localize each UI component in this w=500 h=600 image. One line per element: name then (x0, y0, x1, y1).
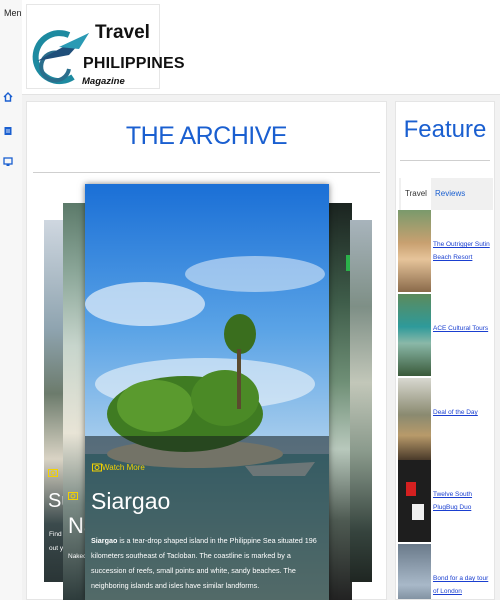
feature-item[interactable]: Twelve South PlugBug Duo (398, 460, 492, 542)
site-logo[interactable]: Travel PHILIPPINES Magazine (26, 4, 185, 89)
camera-icon (68, 492, 78, 500)
archive-title: THE ARCHIVE (125, 122, 288, 150)
slide-right-card-1[interactable] (328, 203, 352, 600)
feature-tabs: Travel Reviews (399, 178, 493, 210)
slide-title: Siargao (91, 488, 171, 514)
feature-thumbnail[interactable] (398, 210, 431, 292)
slide-siargao-card[interactable]: Watch More Siargao Siargao is a tear-dro… (85, 184, 329, 600)
archive-divider (33, 172, 380, 173)
feature-item[interactable]: ACE Cultural Tours (398, 294, 492, 376)
slide-description: Siargao is a tear-drop shaped island in … (91, 533, 325, 593)
monitor-icon[interactable] (3, 157, 13, 167)
feature-thumbnail[interactable] (398, 294, 431, 376)
feature-thumbnail[interactable] (398, 544, 431, 599)
feature-thumbnail[interactable] (398, 460, 431, 542)
feature-title: Feature (403, 116, 487, 143)
logo-magazine-text: Magazine (82, 76, 125, 87)
feature-divider (400, 160, 490, 161)
logo-philippines-text: PHILIPPINES (83, 55, 185, 72)
document-icon[interactable] (3, 126, 13, 136)
feature-section: Feature Travel Reviews The Outrigger Sut… (395, 101, 495, 600)
feature-item-link[interactable]: Deal of the Day (433, 406, 494, 419)
camera-icon (48, 469, 58, 477)
tab-travel[interactable]: Travel (401, 178, 431, 210)
side-rail: Menu (0, 0, 27, 600)
camera-icon (92, 463, 102, 472)
tab-reviews[interactable]: Reviews (435, 178, 465, 210)
feature-item[interactable]: Deal of the Day (398, 378, 492, 460)
product-shape (412, 504, 424, 520)
feature-thumbnail[interactable] (398, 378, 431, 460)
feature-item-link[interactable]: Bond for a day tour of London (433, 572, 494, 598)
watch-more-link[interactable]: Watch More (102, 463, 145, 472)
feature-item[interactable]: Bond for a day tour of London (398, 544, 494, 599)
feature-item-link[interactable]: Twelve South PlugBug Duo (433, 488, 494, 514)
slide-right-card-2[interactable] (350, 220, 372, 582)
feature-item[interactable]: The Outrigger Sutin Beach Resort (398, 210, 492, 292)
home-icon[interactable] (3, 92, 13, 102)
product-shape (406, 482, 416, 496)
feature-item-link[interactable]: The Outrigger Sutin Beach Resort (433, 238, 494, 264)
slide-na-desc: Naked (68, 553, 87, 560)
slide-description-lead: Siargao (91, 536, 118, 545)
logo-travel-text: Travel (95, 22, 150, 43)
feature-item-link[interactable]: ACE Cultural Tours (433, 322, 494, 335)
site-header: Travel PHILIPPINES Magazine (22, 0, 500, 95)
slide-description-body: is a tear-drop shaped island in the Phil… (91, 536, 317, 590)
